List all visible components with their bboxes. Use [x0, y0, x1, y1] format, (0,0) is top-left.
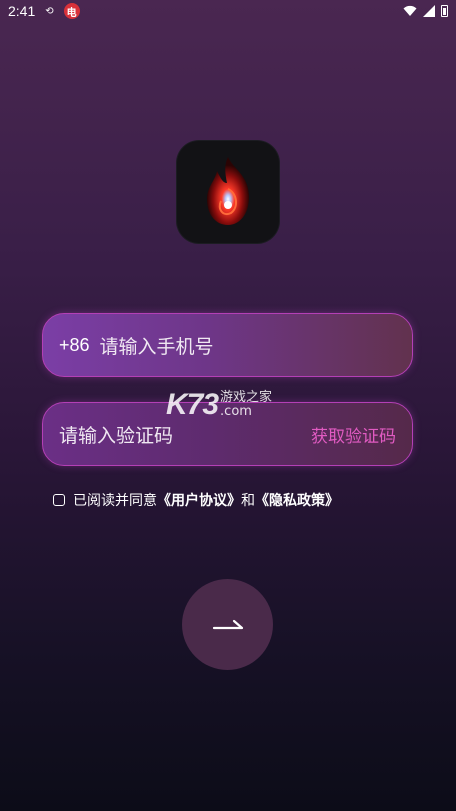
verification-code-field[interactable]: 请输入验证码 获取验证码 — [42, 402, 413, 466]
signal-icon — [423, 5, 435, 17]
agreement-checkbox[interactable] — [53, 494, 65, 506]
agreement-and: 和 — [241, 493, 255, 509]
flame-logo-icon — [207, 157, 249, 225]
wifi-icon — [403, 5, 417, 16]
agreement-row: 已阅读并同意 《用户协议》 和 《隐私政策》 — [53, 490, 339, 510]
next-button[interactable] — [182, 579, 273, 670]
notification-icon: 电 — [63, 3, 80, 19]
battery-icon — [441, 5, 448, 17]
arrow-right-icon — [212, 619, 243, 629]
agreement-prefix: 已阅读并同意 — [73, 493, 157, 509]
status-time: 2:41 — [8, 3, 36, 19]
get-code-button[interactable]: 获取验证码 — [311, 422, 396, 447]
privacy-policy-link[interactable]: 《隐私政策》 — [255, 490, 339, 510]
phone-input-placeholder[interactable]: 请输入手机号 — [100, 332, 214, 359]
status-bar: 2:41 ⟲ 电 — [0, 0, 456, 22]
status-icons — [403, 5, 448, 17]
app-logo — [177, 141, 279, 243]
user-agreement-link[interactable]: 《用户协议》 — [157, 490, 241, 510]
phone-field[interactable]: +86 请输入手机号 — [42, 313, 413, 377]
country-code-prefix[interactable]: +86 — [59, 335, 90, 356]
code-input-placeholder[interactable]: 请输入验证码 — [59, 421, 173, 448]
sync-icon: ⟲ — [45, 5, 54, 17]
